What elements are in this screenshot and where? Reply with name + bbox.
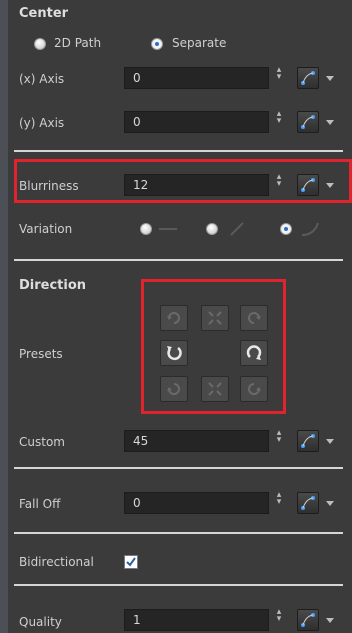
arrows-inward-icon [208,311,222,325]
rotate-ccw-icon [167,312,180,324]
function-curve-icon [301,71,315,85]
arrows-outward-icon [208,382,222,396]
preset-rotate-right-button[interactable] [240,340,268,366]
separator [14,150,343,152]
variation-curve-radio[interactable] [280,223,292,235]
variation-constant-radio[interactable] [140,223,152,235]
quality-label: Quality [19,615,62,629]
left-edge-bar [0,0,8,633]
fall-off-label: Fall Off [19,497,61,511]
y-axis-label: (y) Axis [19,116,65,130]
flat-line-icon [159,228,177,230]
preset-swirl-cw-button[interactable] [240,376,268,402]
quality-field[interactable]: 1 [124,609,269,631]
custom-field[interactable]: 45 [124,430,269,452]
variation-label: Variation [19,222,73,236]
rotate-left-icon [167,346,182,361]
curve-slope-icon [301,222,319,236]
checkmark-icon [126,557,136,567]
variation-linear-radio[interactable] [206,223,218,235]
quality-spinner-icon[interactable]: ▴ ▾ [274,608,284,631]
x-axis-field[interactable]: 0 [124,67,269,89]
custom-label: Custom [19,435,65,449]
function-curve-icon [301,434,315,448]
quality-function-button[interactable] [297,609,319,631]
y-axis-function-button[interactable] [297,111,319,133]
preset-rotate-ccw-button[interactable] [160,305,188,331]
separator [14,584,343,586]
x-axis-spinner-icon[interactable]: ▴ ▾ [274,66,284,89]
x-axis-function-button[interactable] [297,67,319,89]
custom-function-button[interactable] [297,430,319,452]
fall-off-field[interactable]: 0 [124,492,269,514]
y-axis-spinner-icon[interactable]: ▴ ▾ [274,110,284,133]
rotate-cw-icon [248,312,261,324]
preset-swirl-ccw-button[interactable] [160,376,188,402]
2d-path-radio[interactable] [34,38,46,50]
y-axis-field[interactable]: 0 [124,111,269,133]
bidirectional-label: Bidirectional [19,555,94,569]
swirl-cw-icon [248,383,261,395]
bidirectional-checkbox[interactable] [124,555,138,569]
separator [14,259,343,261]
blurriness-dropdown-arrow-icon[interactable] [326,183,334,188]
fall-off-spinner-icon[interactable]: ▴ ▾ [274,491,284,514]
separate-radio[interactable] [151,38,163,50]
function-curve-icon [301,115,315,129]
blurriness-label: Blurriness [19,179,79,193]
preset-outward-button[interactable] [201,376,229,402]
separator [14,467,343,469]
preset-inward-button[interactable] [201,305,229,331]
preset-rotate-left-button[interactable] [160,340,188,366]
blurriness-spinner-icon[interactable]: ▴ ▾ [274,173,284,196]
fall-off-dropdown-arrow-icon[interactable] [326,501,334,506]
quality-dropdown-arrow-icon[interactable] [326,618,334,623]
x-axis-dropdown-arrow-icon[interactable] [326,76,334,81]
y-axis-dropdown-arrow-icon[interactable] [326,120,334,125]
separator [14,532,343,534]
blurriness-field[interactable]: 12 [124,174,269,196]
function-curve-icon [301,178,315,192]
custom-dropdown-arrow-icon[interactable] [326,439,334,444]
custom-spinner-icon[interactable]: ▴ ▾ [274,429,284,452]
preset-rotate-cw-button[interactable] [240,305,268,331]
blurriness-function-button[interactable] [297,174,319,196]
linear-slope-icon [230,222,244,236]
function-curve-icon [301,496,315,510]
center-section-title: Center [19,6,69,21]
x-axis-label: (x) Axis [19,72,65,86]
direction-section-title: Direction [19,278,87,293]
fall-off-function-button[interactable] [297,492,319,514]
swirl-ccw-icon [167,383,180,395]
2d-path-radio-label: 2D Path [54,36,102,50]
rotate-right-icon [246,345,262,360]
function-curve-icon [301,613,315,627]
presets-label: Presets [19,347,63,361]
separate-radio-label: Separate [172,36,227,50]
